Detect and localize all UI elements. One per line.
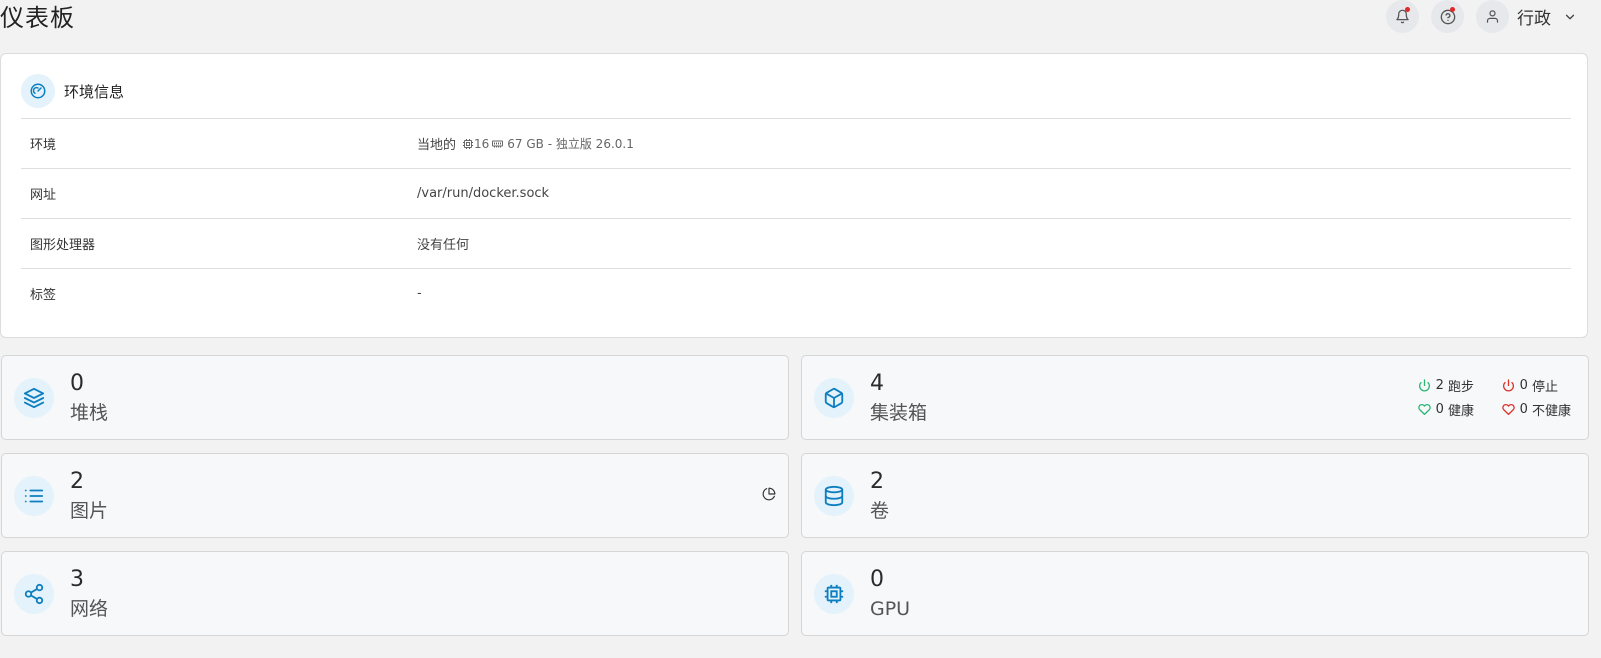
env-row-tags: 标签 - <box>21 268 1571 318</box>
env-row-gpu: 图形处理器 没有任何 <box>21 218 1571 268</box>
container-status-grid: 2 跑步 0 停止 0 健康 0 不健康 <box>1417 376 1571 419</box>
memory-and-version: 67 GB - 独立版 26.0.1 <box>507 137 634 151</box>
running-count: 2 <box>1435 378 1444 393</box>
stacks-card[interactable]: 0 堆栈 <box>1 355 789 440</box>
running-label: 跑步 <box>1447 380 1474 395</box>
stopped-count: 0 <box>1519 378 1528 393</box>
unhealthy-count: 0 <box>1519 402 1528 417</box>
networks-card[interactable]: 3 网络 <box>1 551 789 636</box>
stopped-label: 停止 <box>1531 380 1558 395</box>
volumes-count: 2 <box>870 469 884 494</box>
cpu-icon <box>463 138 474 149</box>
env-key: 环境 <box>30 138 57 153</box>
gauge-icon <box>21 74 55 108</box>
containers-count: 4 <box>870 371 884 396</box>
top-bar: 行政 <box>1374 0 1577 33</box>
env-value: 当地的 16 67 GB - 独立版 26.0.1 <box>417 134 634 154</box>
stacks-count: 0 <box>70 371 84 396</box>
pie-chart-icon[interactable] <box>762 486 776 505</box>
env-row-environment: 环境 当地的 16 67 GB - 独立版 26.0.1 <box>21 118 1571 168</box>
env-key: 图形处理器 <box>30 238 96 253</box>
healthy-count: 0 <box>1435 402 1444 417</box>
images-card[interactable]: 2 图片 <box>1 453 789 538</box>
cpu-count: 16 <box>474 136 490 151</box>
chevron-down-icon[interactable] <box>1563 10 1577 24</box>
environment-info-card: 环境信息 环境 当地的 16 67 GB - 独立版 26.0.1 网址 /va… <box>0 53 1588 338</box>
images-count: 2 <box>70 469 84 494</box>
running-status[interactable]: 2 跑步 <box>1418 376 1502 395</box>
images-label: 图片 <box>70 500 109 522</box>
environment-card-title: 环境信息 <box>64 82 125 101</box>
environment-card-header: 环境信息 <box>21 74 124 108</box>
unhealthy-label: 不健康 <box>1531 404 1571 419</box>
volumes-label: 卷 <box>870 500 890 522</box>
user-name: 行政 <box>1517 9 1551 29</box>
containers-card[interactable]: 4 集装箱 2 跑步 0 停止 0 健康 0 不健康 <box>801 355 1589 440</box>
help-button[interactable] <box>1431 0 1464 33</box>
layers-icon <box>14 378 54 418</box>
cube-icon <box>814 378 854 418</box>
healthy-label: 健康 <box>1447 404 1474 419</box>
env-name: 当地的 <box>417 138 457 153</box>
stopped-status[interactable]: 0 停止 <box>1502 376 1571 395</box>
unhealthy-status[interactable]: 0 不健康 <box>1501 400 1571 419</box>
gpus-card[interactable]: 0 GPU <box>801 551 1589 636</box>
env-key: 网址 <box>30 188 57 203</box>
gpus-label: GPU <box>870 598 911 620</box>
share-icon <box>14 574 54 614</box>
networks-label: 网络 <box>70 598 109 620</box>
healthy-status[interactable]: 0 健康 <box>1417 400 1502 419</box>
list-icon <box>14 476 54 516</box>
help-dot <box>1450 7 1455 12</box>
power-icon <box>1502 379 1514 392</box>
env-key: 标签 <box>30 288 57 303</box>
environment-table: 环境 当地的 16 67 GB - 独立版 26.0.1 网址 /var/run… <box>21 118 1571 318</box>
env-resources: 16 67 GB - 独立版 26.0.1 <box>462 135 634 152</box>
notification-dot <box>1405 7 1410 12</box>
database-icon <box>814 476 854 516</box>
env-value: 没有任何 <box>417 238 470 253</box>
heart-icon <box>1417 403 1431 416</box>
env-value: /var/run/docker.sock <box>417 186 550 201</box>
volumes-card[interactable]: 2 卷 <box>801 453 1589 538</box>
user-icon <box>1486 10 1499 23</box>
user-menu[interactable]: 行政 <box>1476 0 1577 33</box>
user-avatar[interactable] <box>1476 0 1509 33</box>
heart-icon <box>1501 403 1515 416</box>
env-row-url: 网址 /var/run/docker.sock <box>21 168 1571 218</box>
memory-icon <box>492 140 504 147</box>
containers-label: 集装箱 <box>870 402 928 424</box>
page-title: 仪表板 <box>0 4 75 32</box>
stacks-label: 堆栈 <box>70 402 109 424</box>
env-value: - <box>417 286 422 301</box>
cpu-chip-icon <box>814 574 854 614</box>
notifications-button[interactable] <box>1386 0 1419 33</box>
gpus-count: 0 <box>870 567 884 592</box>
power-icon <box>1418 379 1430 392</box>
networks-count: 3 <box>70 567 84 592</box>
